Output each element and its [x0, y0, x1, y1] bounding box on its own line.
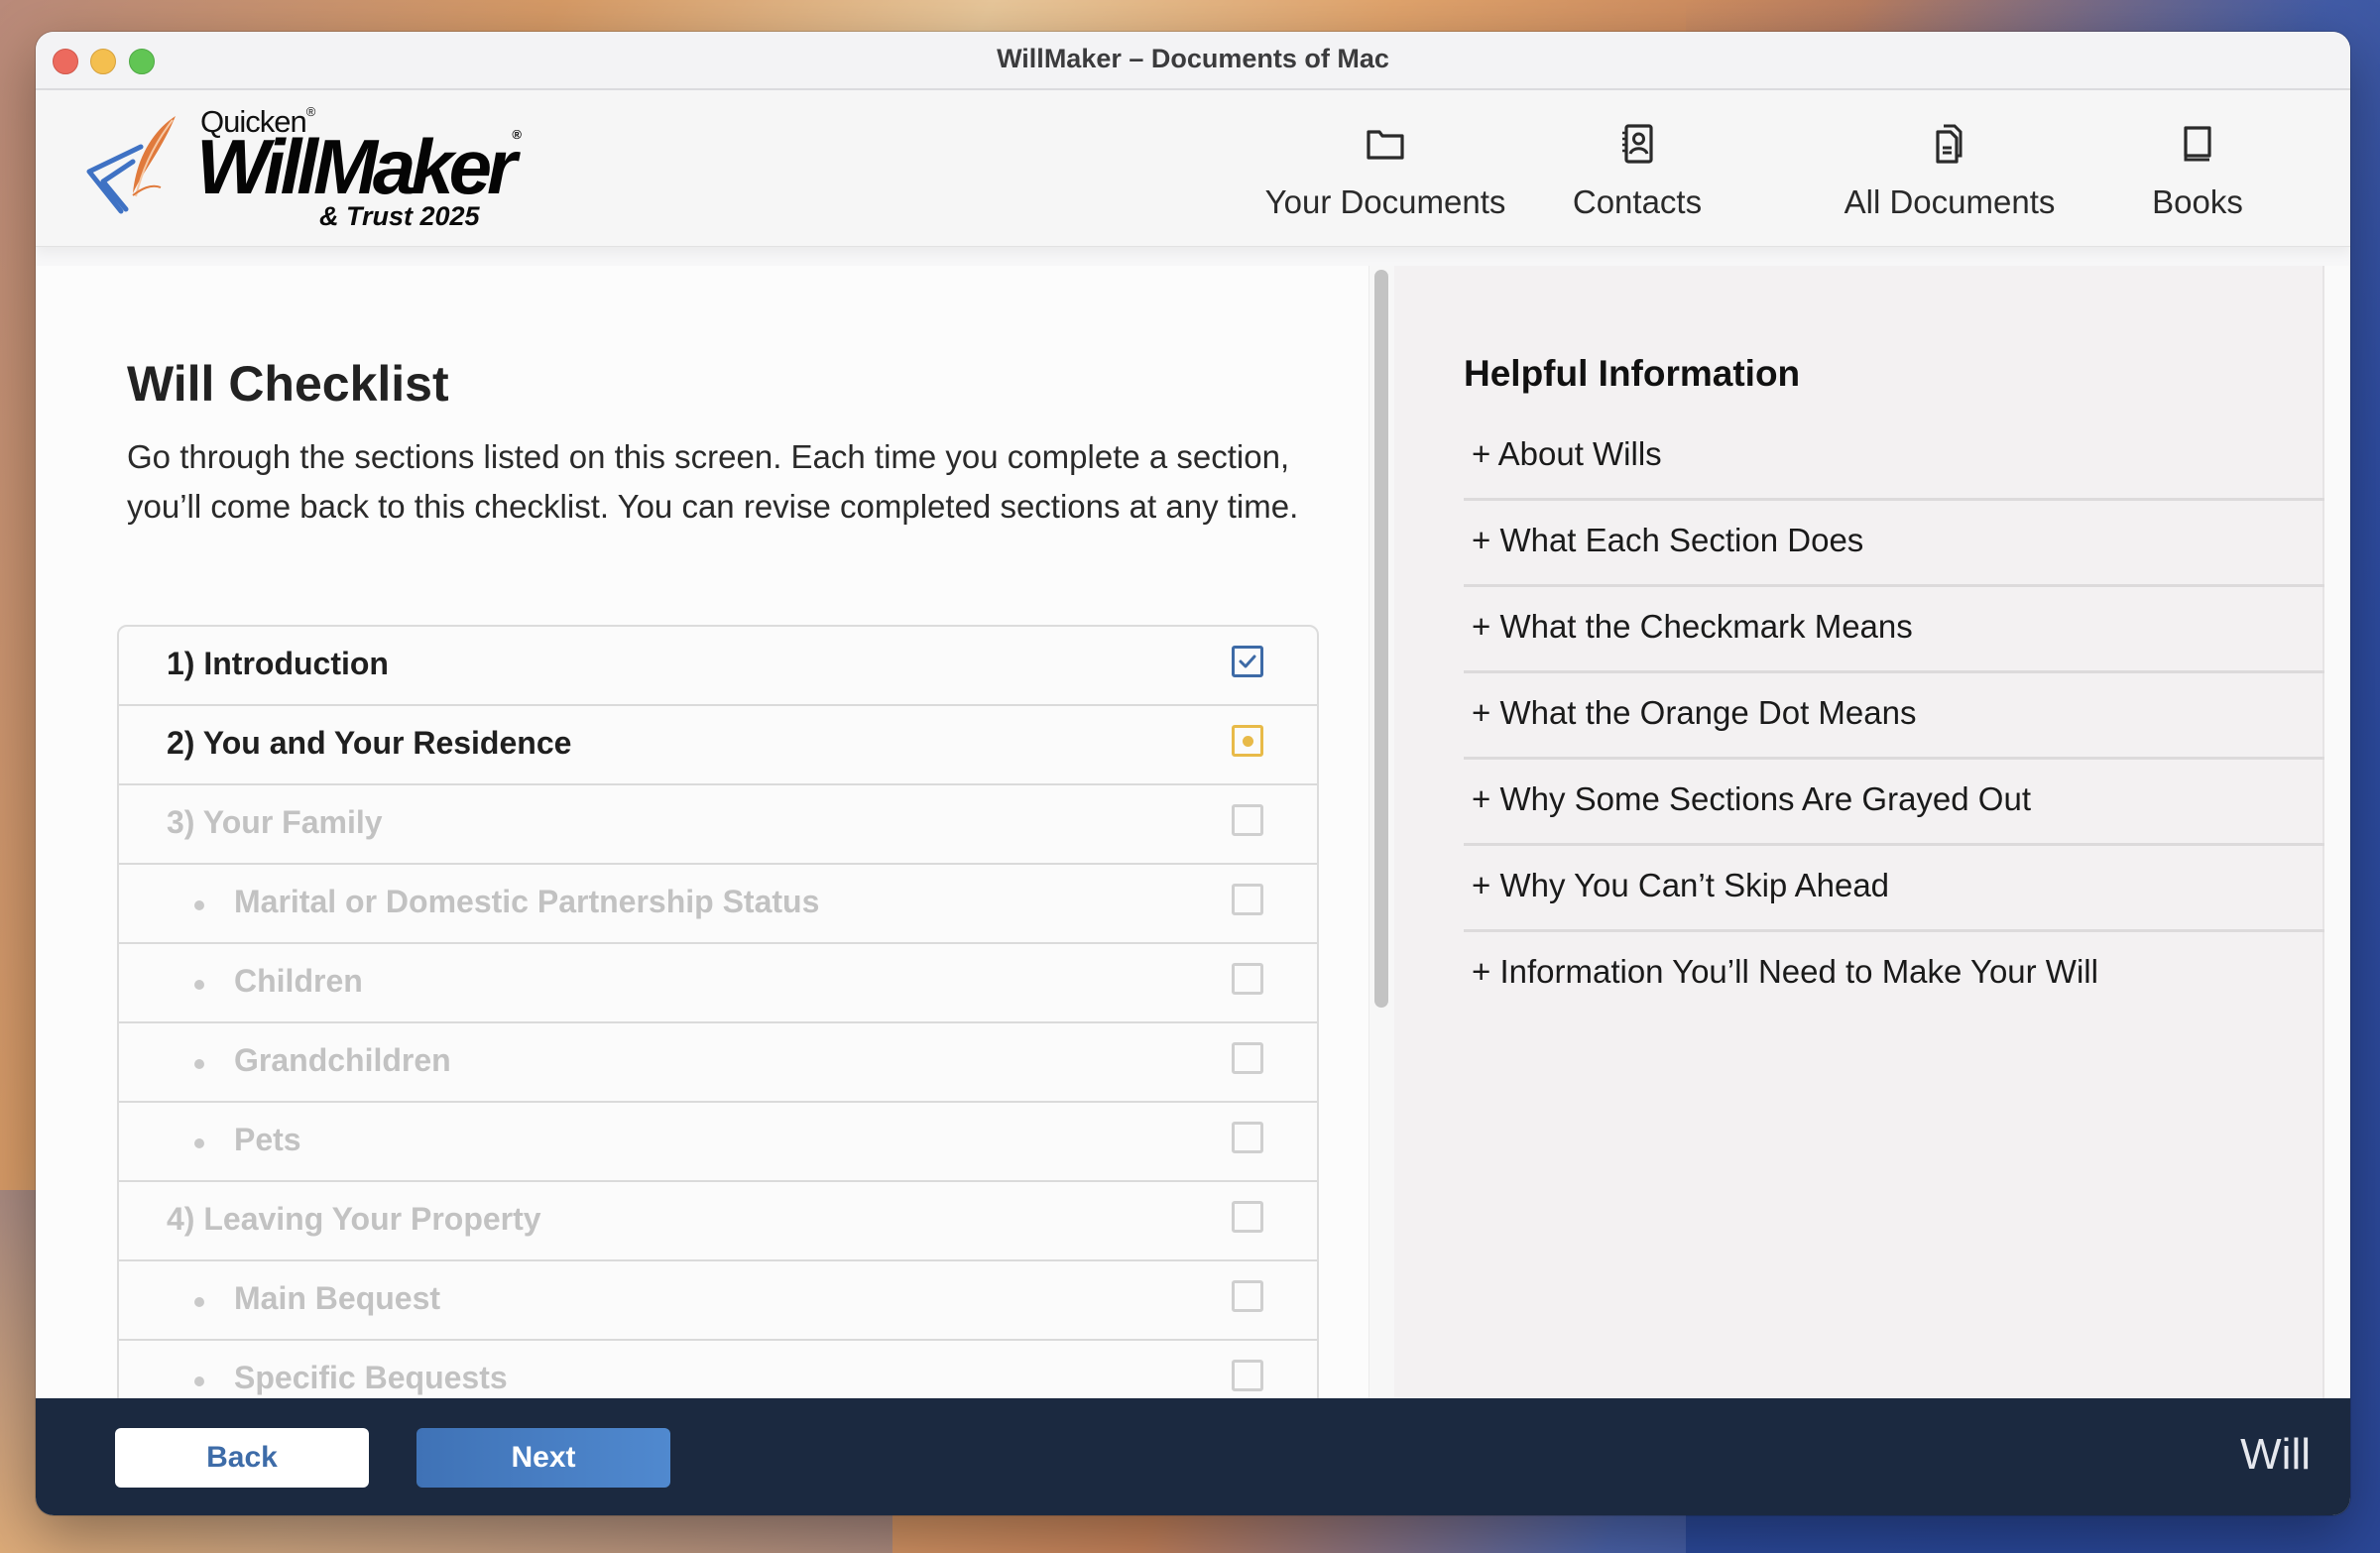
- checklist-row: Main Bequest: [119, 1261, 1317, 1341]
- quill-logo-icon: [86, 116, 176, 214]
- empty-checkbox-icon: [1232, 1360, 1263, 1391]
- logo-product: WillMaker®: [196, 123, 523, 210]
- help-item-label: + What Each Section Does: [1472, 522, 1864, 558]
- dot: [1243, 736, 1253, 747]
- help-item[interactable]: + Why You Can’t Skip Ahead: [1464, 846, 2328, 932]
- window-title: WillMaker – Documents of Mac: [997, 44, 1389, 73]
- empty-checkbox-icon: [1232, 804, 1263, 836]
- nav-contacts[interactable]: Contacts: [1563, 90, 1712, 246]
- nav-all-documents[interactable]: All Documents: [1836, 90, 2064, 246]
- orange-dot-icon: [1232, 725, 1263, 757]
- back-button[interactable]: Back: [115, 1428, 369, 1488]
- nav-label: Contacts: [1572, 183, 1703, 220]
- nav-books[interactable]: Books: [2138, 90, 2257, 246]
- empty-checkbox-icon: [1232, 963, 1263, 995]
- documents-stack-icon: [1936, 124, 1963, 164]
- checklist-row: Grandchildren: [119, 1023, 1317, 1103]
- next-button[interactable]: Next: [416, 1428, 670, 1488]
- help-item[interactable]: + Why Some Sections Are Grayed Out: [1464, 760, 2328, 846]
- checklist-row: 3) Your Family: [119, 785, 1317, 865]
- willmaker-logo: Quicken® WillMaker® & Trust 2025: [81, 104, 577, 233]
- help-item-label: + About Wills: [1472, 435, 1662, 472]
- app-header: Quicken® WillMaker® & Trust 2025 Your Do…: [36, 90, 2350, 247]
- bullet-icon: [194, 1138, 204, 1148]
- help-item[interactable]: + What the Checkmark Means: [1464, 587, 2328, 673]
- checklist-row-label: Grandchildren: [234, 1042, 451, 1078]
- bullet-icon: [194, 980, 204, 990]
- help-item[interactable]: + Information You’ll Need to Make Your W…: [1464, 932, 2328, 1015]
- help-item-label: + What the Orange Dot Means: [1472, 694, 1917, 731]
- nav-label: All Documents: [1844, 183, 2056, 220]
- checklist-row[interactable]: 1) Introduction: [119, 627, 1317, 706]
- help-list: + About Wills + What Each Section Does + W…: [1464, 415, 2328, 1015]
- checklist: 1) Introduction 2) You and Your Residence…: [117, 625, 1319, 1398]
- nav-label: Your Documents: [1264, 183, 1506, 220]
- help-item-label: + Information You’ll Need to Make Your W…: [1472, 953, 2098, 990]
- bullet-icon: [194, 1297, 204, 1307]
- empty-checkbox-icon: [1232, 1280, 1263, 1312]
- help-item-label: + Why You Can’t Skip Ahead: [1472, 867, 1890, 903]
- checklist-row-label: 3) Your Family: [167, 804, 383, 840]
- folder-icon: [1367, 130, 1404, 160]
- checklist-row-label: Main Bequest: [234, 1280, 441, 1316]
- checklist-row-label: Specific Bequests: [234, 1360, 508, 1395]
- help-item-label: + What the Checkmark Means: [1472, 608, 1913, 645]
- checklist-row-label: Pets: [234, 1122, 301, 1157]
- checklist-row: Marital or Domestic Partnership Status: [119, 865, 1317, 944]
- contacts-book-icon: [1622, 124, 1653, 164]
- nav-your-documents[interactable]: Your Documents: [1261, 90, 1509, 246]
- panel-edge: [2324, 266, 2350, 1398]
- checklist-row: Pets: [119, 1103, 1317, 1182]
- bullet-icon: [194, 900, 204, 910]
- empty-checkbox-icon: [1232, 1122, 1263, 1153]
- bullet-icon: [194, 1059, 204, 1069]
- footer-bar: Back Next Will: [36, 1398, 2350, 1515]
- page-title: Will Checklist: [127, 356, 449, 412]
- bullet-icon: [194, 1376, 204, 1386]
- app-window: WillMaker – Documents of Mac Quicken® Wi…: [36, 32, 2350, 1515]
- help-item[interactable]: + About Wills: [1464, 415, 2328, 501]
- checkmark-icon: [1232, 646, 1263, 677]
- checklist-row[interactable]: 2) You and Your Residence: [119, 706, 1317, 785]
- book-icon: [2184, 126, 2211, 162]
- logo-edition: & Trust 2025: [319, 201, 480, 231]
- checklist-panel: Will Checklist Go through the sections l…: [36, 266, 1368, 1398]
- title-bar: WillMaker – Documents of Mac: [36, 32, 2350, 90]
- help-title: Helpful Information: [1464, 353, 1801, 394]
- scrollbar-thumb[interactable]: [1374, 270, 1388, 1008]
- checklist-row-label: 1) Introduction: [167, 646, 389, 681]
- intro-text: Go through the sections listed on this s…: [127, 438, 1299, 525]
- checklist-row-label: 2) You and Your Residence: [167, 725, 572, 761]
- checklist-row: Specific Bequests: [119, 1341, 1317, 1398]
- help-item[interactable]: + What Each Section Does: [1464, 501, 2328, 587]
- checklist-row-label: Children: [234, 963, 363, 999]
- checklist-row-label: Marital or Domestic Partnership Status: [234, 884, 820, 919]
- nav-label: Books: [2152, 183, 2243, 220]
- document-type-label: Will: [2240, 1430, 2311, 1479]
- empty-checkbox-icon: [1232, 1201, 1263, 1233]
- empty-checkbox-icon: [1232, 884, 1263, 915]
- checklist-row: Children: [119, 944, 1317, 1023]
- helpful-information-panel: Helpful Information + About Wills + What …: [1394, 266, 2328, 1398]
- help-item-label: + Why Some Sections Are Grayed Out: [1472, 780, 2031, 817]
- help-item[interactable]: + What the Orange Dot Means: [1464, 673, 2328, 760]
- checklist-row: 4) Leaving Your Property: [119, 1182, 1317, 1261]
- empty-checkbox-icon: [1232, 1042, 1263, 1074]
- checklist-row-label: 4) Leaving Your Property: [167, 1201, 541, 1237]
